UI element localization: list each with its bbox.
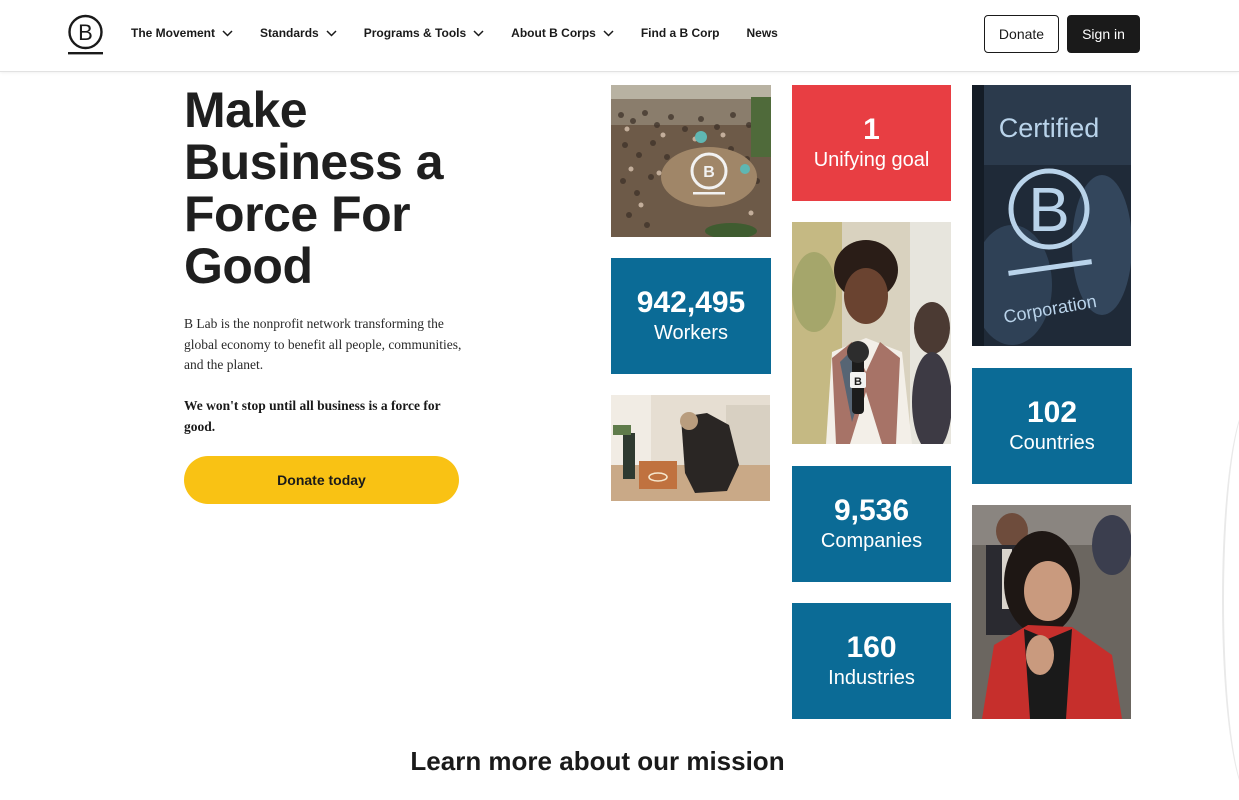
stat-countries: 102 Countries [972,368,1132,484]
sign-certified-text: Certified [999,113,1100,143]
nav-label: About B Corps [511,26,596,40]
nav-programs-tools[interactable]: Programs & Tools [364,26,484,40]
workshop-photo [611,395,770,501]
nav-label: The Movement [131,26,216,40]
stat-workers: 942,495 Workers [611,258,771,374]
nav-news[interactable]: News [747,26,778,40]
site-header: B The Movement Standards Programs & Tool… [0,0,1239,72]
stat-number: 9,536 [833,493,910,527]
nav-label: Standards [260,26,319,40]
nav-standards[interactable]: Standards [260,26,337,40]
certified-b-corporation-sign-photo: Certified B Corporation [972,85,1131,346]
stat-number: 102 [1026,395,1078,429]
stat-unifying-goal: 1 Unifying goal [792,85,951,201]
nav-label: Programs & Tools [363,26,467,40]
stat-industries: 160 Industries [792,603,951,719]
svg-text:B: B [78,20,93,45]
stat-label: Industries [828,666,915,689]
mission-heading: Learn more about our mission [410,746,785,776]
b-logo-floor-letter: B [703,164,715,181]
decorative-arc [1222,400,1239,800]
stat-number: 942,495 [636,285,746,319]
hero-emphasis: We won't stop until all business is a fo… [184,398,441,434]
hero-description: B Lab is the nonprofit network transform… [184,316,462,372]
chevron-down-icon [222,29,233,37]
nav-label: Find a B Corp [640,26,720,40]
stat-number: 160 [846,630,897,664]
stat-companies: 9,536 Companies [792,466,951,582]
chevron-down-icon [473,29,484,37]
sign-in-button[interactable]: Sign in [1067,15,1140,53]
donate-button[interactable]: Donate [984,15,1059,53]
stat-label: Countries [1009,431,1095,454]
main-nav: The Movement Standards Programs & Tools … [131,0,805,66]
stat-number: 1 [863,112,880,146]
stat-label: Unifying goal [813,148,930,171]
crowd-event-photo: B [611,85,771,237]
stat-label: Companies [820,529,923,552]
speaker-portrait-photo: B [792,222,951,444]
nav-the-movement[interactable]: The Movement [131,26,233,40]
mic-b-letter: B [854,376,862,388]
b-corp-logo[interactable]: B [67,14,104,56]
page-title: Make Business a Force For Good [184,82,444,294]
sign-b-letter: B [1028,176,1069,245]
chevron-down-icon [603,29,614,37]
applauding-woman-photo [972,505,1131,719]
nav-label: News [746,26,778,40]
donate-today-button[interactable]: Donate today [184,456,459,504]
nav-find-a-b-corp[interactable]: Find a B Corp [641,26,720,40]
nav-about-b-corps[interactable]: About B Corps [511,26,614,40]
stat-label: Workers [653,321,729,344]
chevron-down-icon [326,29,337,37]
